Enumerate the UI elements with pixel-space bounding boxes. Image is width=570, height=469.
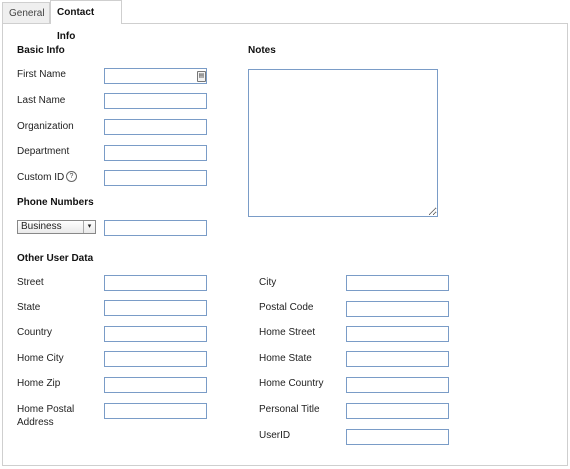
organization-label: Organization <box>17 121 74 132</box>
personal-title-label: Personal Title <box>259 404 320 415</box>
first-name-input[interactable] <box>104 68 207 84</box>
custom-id-label: Custom ID <box>17 172 65 183</box>
home-city-input[interactable] <box>104 351 207 367</box>
country-input[interactable] <box>104 326 207 342</box>
street-input[interactable] <box>104 275 207 291</box>
home-postal-address-label-line1: Home Postal <box>17 404 75 415</box>
department-label: Department <box>17 146 70 157</box>
phone-numbers-heading: Phone Numbers <box>17 197 94 208</box>
home-street-input[interactable] <box>346 326 449 342</box>
first-name-label: First Name <box>17 69 66 80</box>
last-name-label: Last Name <box>17 95 66 106</box>
chevron-down-icon: ▾ <box>83 221 95 233</box>
phone-number-input[interactable] <box>104 220 207 236</box>
organization-input[interactable] <box>104 119 207 135</box>
custom-id-input[interactable] <box>104 170 207 186</box>
last-name-input[interactable] <box>104 93 207 109</box>
home-street-label: Home Street <box>259 327 316 338</box>
notes-textarea[interactable] <box>248 69 438 217</box>
postal-code-input[interactable] <box>346 301 449 317</box>
help-icon[interactable]: ? <box>66 171 77 182</box>
city-input[interactable] <box>346 275 449 291</box>
home-postal-address-input[interactable] <box>104 403 207 419</box>
user-id-input[interactable] <box>346 429 449 445</box>
user-id-label: UserID <box>259 430 291 441</box>
country-label: Country <box>17 327 53 338</box>
department-input[interactable] <box>104 145 207 161</box>
home-state-label: Home State <box>259 353 312 364</box>
home-zip-label: Home Zip <box>17 378 61 389</box>
home-country-label: Home Country <box>259 378 324 389</box>
other-user-data-heading: Other User Data <box>17 253 94 264</box>
state-label: State <box>17 302 41 313</box>
postal-code-label: Postal Code <box>259 302 314 313</box>
tab-contact-info[interactable]: Contact Info <box>50 0 122 42</box>
contact-card-icon[interactable]: ▤ <box>197 71 206 82</box>
home-postal-address-label-line2: Address <box>17 417 54 428</box>
phone-type-select[interactable]: Business ▾ <box>17 220 96 234</box>
street-label: Street <box>17 277 44 288</box>
notes-heading: Notes <box>248 45 276 56</box>
phone-type-selected: Business <box>21 221 62 232</box>
city-label: City <box>259 277 277 288</box>
tab-general[interactable]: General <box>2 2 50 23</box>
home-state-input[interactable] <box>346 351 449 367</box>
home-zip-input[interactable] <box>104 377 207 393</box>
home-country-input[interactable] <box>346 377 449 393</box>
state-input[interactable] <box>104 300 207 316</box>
home-city-label: Home City <box>17 353 64 364</box>
tab-bar: General Contact Info <box>0 0 570 42</box>
personal-title-input[interactable] <box>346 403 449 419</box>
